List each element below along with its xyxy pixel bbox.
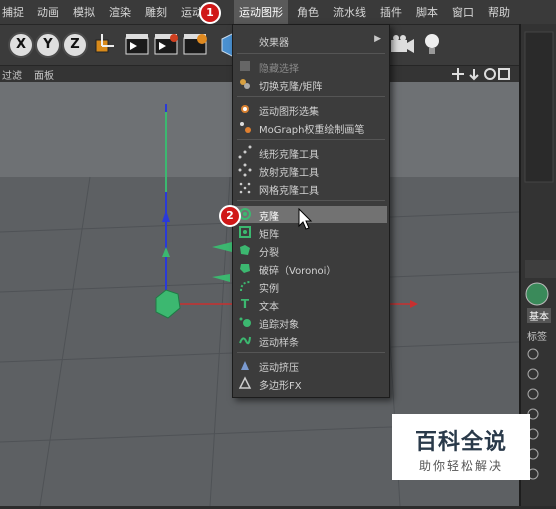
menu-script[interactable]: 脚本	[416, 4, 438, 20]
fracture-icon	[240, 245, 250, 255]
tab-basic[interactable]: 基本	[527, 308, 551, 323]
text-icon: T	[240, 297, 250, 311]
menu-separator	[237, 139, 385, 140]
weight-brush-icon	[240, 122, 251, 133]
polyfx-icon	[238, 376, 252, 389]
effector-icon	[238, 33, 252, 47]
menu-pipeline[interactable]: 流水线	[333, 4, 366, 20]
grid-clone-icon	[239, 182, 251, 194]
hide-selection-icon	[240, 61, 250, 71]
menu-item-text[interactable]: T 文本	[235, 296, 387, 313]
linear-clone-icon	[238, 145, 252, 159]
x-axis-lock-button[interactable]: X	[8, 32, 34, 58]
clapper-icon	[125, 34, 149, 55]
menu-item-grid-clone-tool[interactable]: 网格克隆工具	[235, 180, 387, 197]
coordinate-system-icon	[95, 34, 114, 53]
camera-icon	[391, 35, 414, 53]
menu-animate[interactable]: 动画	[37, 4, 59, 20]
mospline-icon	[239, 336, 251, 345]
menu-item-toggle-clone-matrix[interactable]: 切换克隆/矩阵	[235, 76, 387, 93]
menu-window[interactable]: 窗口	[452, 4, 474, 20]
watermark-title: 百科全说	[414, 430, 507, 455]
toggle-clone-icon	[240, 79, 250, 89]
submenu-arrow-icon: ▶	[374, 34, 381, 44]
menu-bar: 捕捉 动画 模拟 渲染 雕刻 运动 运动图形 角色 流水线 插件 脚本 窗口 帮…	[0, 0, 556, 25]
mouse-cursor-icon	[298, 208, 313, 230]
menu-item-polyfx[interactable]: 多边形FX	[235, 375, 387, 392]
step-1-badge: 1	[199, 2, 221, 24]
menu-item-weight-brush[interactable]: MoGraph权重绘制画笔	[235, 119, 387, 136]
radial-clone-icon	[238, 163, 252, 177]
menu-separator	[237, 53, 385, 54]
menu-item-moextrude[interactable]: 运动挤压	[235, 357, 387, 374]
menu-item-hide-selection: 隐藏选择	[235, 58, 387, 75]
mograph-selection-icon	[241, 105, 249, 113]
menu-sculpt[interactable]: 雕刻	[145, 4, 167, 20]
menu-item-voronoi-fracture[interactable]: 破碎（Voronoi）	[235, 260, 387, 277]
menu-item-instance[interactable]: 实例	[235, 278, 387, 295]
menu-help[interactable]: 帮助	[488, 4, 510, 20]
matrix-icon	[239, 226, 251, 238]
watermark-subtitle: 助你轻松解决	[418, 459, 503, 473]
moextrude-icon	[241, 361, 249, 370]
voronoi-icon	[240, 264, 250, 273]
menu-item-radial-clone-tool[interactable]: 放射克隆工具	[235, 162, 387, 179]
clapper-gear-icon	[183, 34, 207, 55]
viewport-panel-menu[interactable]: 面板	[34, 67, 54, 82]
tab-label[interactable]: 标签	[527, 328, 547, 343]
watermark-logo: 百科全说 助你轻松解决	[392, 414, 530, 480]
menu-separator	[237, 352, 385, 353]
tracer-icon	[239, 317, 251, 327]
render-view-button[interactable]	[123, 30, 151, 58]
menu-item-tracer[interactable]: 追踪对象	[235, 314, 387, 331]
menu-simulate[interactable]: 模拟	[73, 4, 95, 20]
camera-button[interactable]	[388, 30, 416, 58]
menu-separator	[237, 96, 385, 97]
z-axis-lock-button[interactable]: Z	[62, 32, 88, 58]
menu-character[interactable]: 角色	[297, 4, 319, 20]
menu-mograph[interactable]: 运动图形	[234, 0, 288, 24]
instance-icon	[240, 281, 251, 292]
menu-item-linear-clone-tool[interactable]: 线形克隆工具	[235, 144, 387, 161]
viewport-navigation-icons[interactable]	[452, 67, 512, 81]
render-settings-button[interactable]	[181, 30, 209, 58]
menu-snap[interactable]: 捕捉	[2, 4, 24, 20]
step-2-badge: 2	[219, 205, 241, 227]
y-axis-lock-button[interactable]: Y	[35, 32, 61, 58]
light-button[interactable]	[418, 30, 446, 58]
menu-item-mograph-selection[interactable]: 运动图形选集	[235, 101, 387, 118]
menu-separator	[237, 200, 385, 201]
menu-item-effector[interactable]: 效果器 ▶	[235, 32, 387, 49]
menu-item-mospline[interactable]: 运动样条	[235, 332, 387, 349]
coordinate-system-button[interactable]	[90, 30, 118, 58]
light-bulb-icon	[425, 34, 439, 54]
menu-plugins[interactable]: 插件	[380, 4, 402, 20]
render-to-picture-viewer-button[interactable]	[152, 30, 180, 58]
clapper-play-icon	[154, 34, 178, 55]
menu-render[interactable]: 渲染	[109, 4, 131, 20]
viewport-filter-menu[interactable]: 过滤	[2, 67, 22, 82]
menu-item-fracture[interactable]: 分裂	[235, 242, 387, 259]
